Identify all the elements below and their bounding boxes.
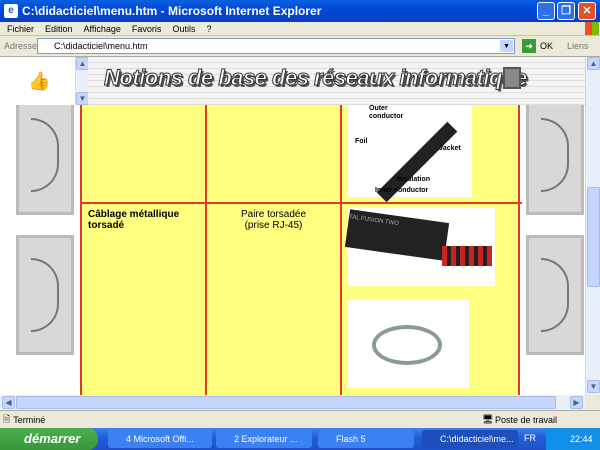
left-top-frame: 👍 ▲ ▼ xyxy=(0,57,89,105)
status-text: Terminé xyxy=(13,414,46,425)
task-ie[interactable]: C:\didacticiel\me... xyxy=(422,430,518,448)
close-button[interactable]: ✕ xyxy=(578,2,596,20)
menu-favoris[interactable]: Favoris xyxy=(132,24,162,34)
task-office[interactable]: 4 Microsoft Offi... xyxy=(108,430,212,448)
chevron-down-icon[interactable]: ▼ xyxy=(500,40,513,52)
computer-icon: 🖥 xyxy=(482,414,494,424)
menu-affichage[interactable]: Affichage xyxy=(84,24,121,34)
label-foil: Foil xyxy=(355,138,368,145)
menu-help[interactable]: ? xyxy=(206,24,211,34)
menu-fichier[interactable]: Fichier xyxy=(7,24,34,34)
language-indicator[interactable]: FR xyxy=(524,433,536,443)
hscroll-thumb[interactable] xyxy=(16,396,556,409)
scroll-thumb[interactable] xyxy=(587,187,600,287)
network-cable-image xyxy=(347,300,469,388)
content-frame: Outer conductor Foil Jacket Insulation I… xyxy=(0,105,585,395)
type-line-2: (prise RJ-45) xyxy=(244,220,303,231)
coaxial-cable-image: Outer conductor Foil Jacket Insulation I… xyxy=(347,105,472,203)
window-title: C:\didacticiel\menu.htm - Microsoft Inte… xyxy=(22,4,322,18)
cable-table: Outer conductor Foil Jacket Insulation I… xyxy=(80,105,522,395)
windows-logo-icon xyxy=(585,22,599,35)
title-bar: e C:\didacticiel\menu.htm - Microsoft In… xyxy=(0,0,600,22)
left-frame-scrollbar[interactable]: ▲ ▼ xyxy=(75,57,89,105)
start-button[interactable]: démarrer xyxy=(0,428,98,450)
menu-outils[interactable]: Outils xyxy=(172,24,195,34)
address-input[interactable]: C:\didacticiel\menu.htm ▼ xyxy=(37,38,515,54)
thumbs-up-icon: 👍 xyxy=(28,71,51,91)
computer-user-icon xyxy=(503,67,521,89)
system-tray: 22:44 xyxy=(546,428,600,450)
menu-edition[interactable]: Edition xyxy=(45,24,73,34)
minimize-button[interactable]: _ xyxy=(537,2,555,20)
right-decoration xyxy=(520,105,585,395)
menu-bar: Fichier Edition Affichage Favoris Outils… xyxy=(0,22,600,36)
maximize-button[interactable]: ❐ xyxy=(557,2,575,20)
category-cell: Câblage métallique torsadé xyxy=(88,209,180,231)
start-label: démarrer xyxy=(24,431,81,446)
left-decoration xyxy=(0,105,80,395)
label-insulation: Insulation xyxy=(397,176,431,183)
clock[interactable]: 22:44 xyxy=(570,434,593,444)
links-button[interactable]: Liens xyxy=(567,41,589,51)
banner-title: Notions de base des réseaux informatique xyxy=(104,65,528,91)
ie-icon: e xyxy=(4,4,18,18)
type-cell: Paire torsadée (prise RJ-45) xyxy=(207,209,340,231)
page-icon: 🗎 xyxy=(3,413,11,424)
taskbar: démarrer 4 Microsoft Offi... 2 Explorate… xyxy=(0,428,600,450)
zone-text: Poste de travail xyxy=(495,414,558,425)
cable-brand: TAL FUSION TWO xyxy=(348,214,400,228)
task-flash[interactable]: Flash 5 xyxy=(318,430,414,448)
header-banner: Notions de base des réseaux informatique xyxy=(88,57,585,105)
label-jacket: Jacket xyxy=(439,145,461,152)
twisted-pair-cable-image: TAL FUSION TWO xyxy=(344,208,495,286)
address-bar: Adresse C:\didacticiel\menu.htm ▼ ➜ OK L… xyxy=(0,36,600,57)
label-inner-conductor: Inner conductor xyxy=(375,187,429,194)
label-outer-conductor: Outer conductor xyxy=(369,105,404,120)
go-button[interactable]: OK xyxy=(540,41,553,51)
status-bar: 🗎 Terminé 🖥 Poste de travail xyxy=(0,410,600,428)
main-vertical-scrollbar[interactable]: ▲ ▼ xyxy=(585,57,600,395)
horizontal-scrollbar[interactable]: ◀ ▶ xyxy=(0,395,585,410)
type-line-1: Paire torsadée xyxy=(240,209,307,220)
address-label: Adresse xyxy=(4,41,38,51)
task-explorer[interactable]: 2 Explorateur ... xyxy=(216,430,312,448)
address-value: C:\didacticiel\menu.htm xyxy=(54,41,148,51)
go-arrow-icon[interactable]: ➜ xyxy=(522,39,536,53)
